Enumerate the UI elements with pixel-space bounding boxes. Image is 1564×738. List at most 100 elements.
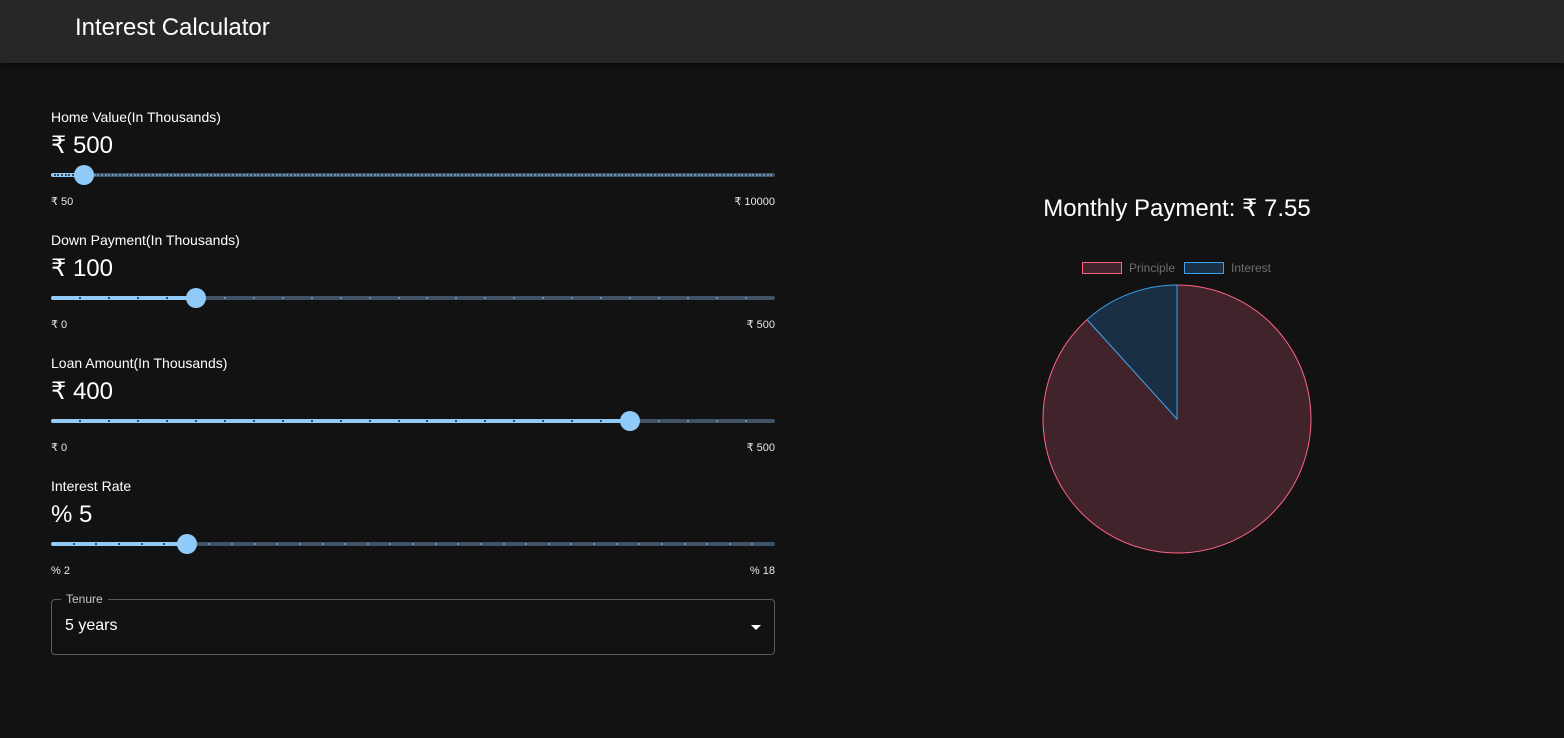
slider-step-mark	[600, 420, 603, 422]
slider-step-mark	[202, 174, 205, 176]
interest-rate-slider[interactable]	[51, 534, 775, 554]
slider-step-mark	[497, 174, 500, 176]
slider-step-mark	[599, 174, 602, 176]
slider-step-mark	[231, 174, 234, 176]
home-value-label: Home Value(In Thousands)	[51, 109, 221, 125]
slider-step-mark	[542, 420, 545, 422]
slider-step-mark	[413, 174, 416, 176]
slider-step-mark	[744, 174, 747, 176]
slider-step-mark	[339, 420, 342, 422]
slider-step-mark	[362, 174, 365, 176]
home-value-min-label: ₹ 50	[51, 196, 74, 208]
slider-step-mark	[706, 543, 709, 545]
slider-step-mark	[635, 174, 638, 176]
slider-step-mark	[57, 174, 60, 176]
loan-amount-display: ₹ 400	[51, 378, 113, 405]
slider-step-mark	[264, 174, 267, 176]
slider-step-mark	[592, 174, 595, 176]
slider-step-mark	[208, 543, 211, 545]
slider-step-mark	[690, 174, 693, 176]
slider-step-mark	[493, 174, 496, 176]
interest-rate-slider-thumb[interactable]	[176, 534, 197, 554]
slider-step-mark	[339, 297, 342, 299]
slider-step-mark	[581, 174, 584, 176]
slider-step-mark	[504, 174, 507, 176]
slider-step-mark	[252, 420, 255, 422]
slider-step-mark	[468, 174, 471, 176]
slider-step-mark	[675, 174, 678, 176]
slider-step-mark	[275, 174, 278, 176]
slider-step-mark	[155, 174, 158, 176]
home-value-slider-thumb[interactable]	[73, 165, 94, 185]
slider-step-mark	[603, 174, 605, 176]
slider-step-mark	[104, 174, 107, 176]
slider-step-mark	[745, 420, 748, 422]
slider-step-mark	[570, 174, 573, 176]
slider-step-mark	[716, 297, 719, 299]
slider-step-mark	[617, 174, 620, 176]
slider-step-mark	[446, 174, 449, 176]
slider-step-mark	[752, 174, 755, 176]
slider-step-mark	[704, 174, 707, 176]
slider-step-mark	[253, 543, 256, 545]
slider-step-mark	[308, 174, 311, 176]
slider-step-mark	[180, 174, 183, 176]
slider-step-mark	[140, 174, 143, 176]
home-value-max-label: ₹ 10000	[734, 196, 775, 208]
slider-step-mark	[450, 174, 453, 176]
loan-amount-slider-thumb[interactable]	[620, 411, 641, 431]
loan-amount-slider[interactable]	[51, 411, 775, 431]
slider-step-mark	[424, 174, 427, 176]
slider-step-mark	[426, 297, 429, 299]
slider-step-mark	[759, 174, 762, 176]
legend-swatch-principle	[1082, 262, 1122, 274]
slider-step-mark	[526, 174, 529, 176]
slider-step-mark	[257, 174, 260, 176]
slider-step-mark	[435, 174, 438, 176]
slider-marks	[51, 419, 775, 423]
slider-step-mark	[755, 174, 758, 176]
slider-step-mark	[370, 174, 373, 176]
slider-step-mark	[457, 543, 460, 545]
slider-step-mark	[111, 174, 114, 176]
slider-step-mark	[708, 174, 711, 176]
slider-step-mark	[548, 174, 551, 176]
slider-step-mark	[479, 174, 482, 176]
slider-step-mark	[281, 420, 284, 422]
slider-step-mark	[745, 297, 748, 299]
slider-step-mark	[672, 174, 675, 176]
slider-step-mark	[726, 174, 729, 176]
slider-step-mark	[271, 174, 274, 176]
slider-step-mark	[399, 174, 402, 176]
slider-step-mark	[661, 174, 664, 176]
chart-title: Monthly Payment: ₹ 7.55	[1043, 195, 1311, 222]
down-payment-slider[interactable]	[51, 288, 775, 308]
slider-step-mark	[107, 297, 110, 299]
slider-step-mark	[381, 174, 384, 176]
slider-step-mark	[252, 297, 255, 299]
tenure-select[interactable]: Tenure 5 years	[51, 591, 775, 655]
slider-step-mark	[541, 174, 544, 176]
slider-step-mark	[368, 420, 371, 422]
slider-marks	[51, 173, 775, 177]
interest-rate-max-label: % 18	[749, 565, 775, 577]
slider-step-mark	[770, 174, 773, 176]
slider-step-mark	[166, 174, 169, 176]
slider-step-mark	[479, 543, 482, 545]
slider-step-mark	[162, 174, 165, 176]
slider-step-mark	[584, 174, 587, 176]
slider-step-mark	[502, 543, 505, 545]
slider-step-mark	[530, 174, 533, 176]
home-value-slider[interactable]	[51, 165, 775, 185]
loan-amount-max-label: ₹ 500	[746, 442, 775, 454]
slider-step-mark	[368, 297, 371, 299]
slider-step-mark	[115, 174, 118, 176]
down-payment-slider-thumb[interactable]	[185, 288, 206, 308]
home-value-slider-group: Home Value(In Thousands) ₹ 500 ₹ 50 ₹ 10…	[51, 108, 775, 231]
slider-step-mark	[457, 174, 460, 176]
slider-step-mark	[126, 174, 129, 176]
slider-step-mark	[194, 420, 197, 422]
slider-step-mark	[600, 297, 603, 299]
slider-step-mark	[60, 174, 63, 176]
slider-step-mark	[588, 174, 591, 176]
